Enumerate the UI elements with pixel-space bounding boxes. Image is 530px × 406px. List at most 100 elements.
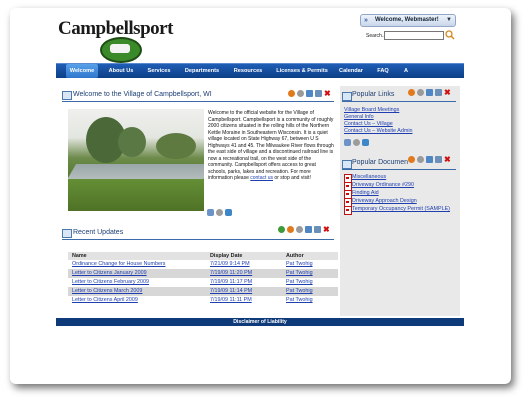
update-name-link[interactable]: Letter to Citizens February 2009	[72, 278, 149, 287]
settings-icon[interactable]	[417, 156, 424, 163]
update-name-link[interactable]: Letter to Citizens January 2009	[72, 269, 147, 278]
nav-services[interactable]: Services	[144, 64, 174, 78]
settings-icon[interactable]	[353, 139, 360, 146]
document-link[interactable]: Driveway Ordinance #290	[352, 182, 414, 188]
document-link[interactable]: Miscellaneous	[352, 174, 386, 180]
table-row: Letter to Citizens February 2009 7/19/09…	[68, 278, 338, 287]
welcome-text: Welcome to the official website for the …	[208, 110, 334, 182]
update-date[interactable]: 7/21/09 9:14 PM	[210, 260, 250, 269]
welcome-panel-rule	[62, 101, 334, 102]
table-row: Letter to Citizens January 2009 7/19/09 …	[68, 269, 338, 278]
panel-icon	[342, 160, 352, 169]
footer-disclaimer-link[interactable]: Disclaimer of Liability	[56, 318, 464, 326]
village-photo	[68, 109, 204, 211]
column-header-author[interactable]: Author	[286, 252, 304, 260]
search-icon[interactable]	[445, 30, 455, 40]
update-author-link[interactable]: Pat Twohig	[286, 278, 313, 287]
welcome-panel-title: Welcome to the Village of Campbellsport,…	[73, 91, 212, 98]
nav-resources[interactable]: Resources	[230, 64, 266, 78]
search-input[interactable]	[384, 31, 444, 40]
info-icon[interactable]	[362, 139, 369, 146]
welcome-panel-tools: ✖	[288, 90, 334, 98]
maximize-icon[interactable]	[314, 226, 321, 233]
popular-documents-rule	[342, 169, 456, 170]
close-icon[interactable]: ✖	[444, 89, 451, 97]
update-author-link[interactable]: Pat Twohig	[286, 269, 313, 278]
popular-link-item[interactable]: General Info	[344, 114, 374, 120]
settings-icon[interactable]	[296, 226, 303, 233]
maximize-icon[interactable]	[315, 90, 322, 97]
close-icon[interactable]: ✖	[444, 156, 451, 164]
nav-licenses-permits[interactable]: Licenses & Permits	[274, 64, 330, 78]
update-name-link[interactable]: Letter to Citizens April 2009	[72, 296, 138, 305]
table-row: Letter to Citizens March 2009 7/19/09 11…	[68, 287, 338, 296]
contact-us-link[interactable]: contact us	[250, 175, 273, 181]
logo-emblem-icon	[100, 37, 142, 63]
close-icon[interactable]: ✖	[323, 226, 330, 234]
popular-link-item[interactable]: Contact Us – Website Admin	[344, 128, 413, 134]
settings-icon[interactable]	[297, 90, 304, 97]
edit-icon[interactable]	[408, 89, 415, 96]
minimize-icon[interactable]	[426, 156, 433, 163]
popular-link-item[interactable]: Village Board Meetings	[344, 107, 399, 113]
edit-icon[interactable]	[287, 226, 294, 233]
popular-links-buttons	[344, 139, 374, 147]
maximize-icon[interactable]	[435, 156, 442, 163]
recent-updates-title: Recent Updates	[73, 229, 124, 236]
minimize-icon[interactable]	[305, 226, 312, 233]
document-link[interactable]: Temporary Occupancy Permit (SAMPLE)	[352, 206, 450, 212]
recent-updates-tools: ✖	[278, 226, 334, 234]
pdf-icon	[344, 206, 352, 215]
update-name-link[interactable]: Letter to Citizens March 2009	[72, 287, 142, 296]
nav-welcome[interactable]: Welcome	[66, 64, 98, 78]
nav-calendar[interactable]: Calendar	[336, 64, 366, 78]
main-nav: Welcome About Us Services Departments Re…	[56, 63, 464, 78]
update-date[interactable]: 7/19/09 11:20 PM	[210, 269, 252, 278]
panel-icon	[62, 229, 72, 238]
recent-updates-rule	[62, 239, 334, 240]
popular-links-title: Popular Links	[352, 91, 395, 98]
minimize-icon[interactable]	[426, 89, 433, 96]
popular-link-item[interactable]: Contact Us – Village	[344, 121, 393, 127]
site-logo[interactable]: Campbellsport	[58, 18, 173, 63]
update-date[interactable]: 7/19/09 11:14 PM	[210, 287, 252, 296]
column-header-name[interactable]: Name	[72, 252, 87, 260]
popular-documents-title: Popular Documents	[352, 159, 414, 166]
user-menu-button[interactable]: » Welcome, Webmaster! ▼	[360, 14, 456, 27]
browser-frame: Campbellsport » Welcome, Webmaster! ▼ Se…	[10, 8, 511, 384]
column-header-date[interactable]: Display Date	[210, 252, 242, 260]
document-link[interactable]: Finding Aid	[352, 190, 379, 196]
chevron-down-icon: ▼	[446, 17, 452, 23]
update-date[interactable]: 7/19/09 11:11 PM	[210, 296, 252, 305]
nav-about-us[interactable]: About Us	[106, 64, 136, 78]
welcome-label: Welcome, Webmaster!	[375, 17, 439, 23]
edit-content-icon[interactable]	[344, 139, 351, 146]
document-link[interactable]: Driveway Approach Design	[352, 198, 417, 204]
settings-icon[interactable]	[216, 209, 223, 216]
panel-icon	[62, 91, 72, 100]
settings-icon[interactable]	[417, 89, 424, 96]
update-author-link[interactable]: Pat Twohig	[286, 287, 313, 296]
info-icon[interactable]	[225, 209, 232, 216]
close-icon[interactable]: ✖	[324, 90, 331, 98]
nav-departments[interactable]: Departments	[182, 64, 222, 78]
search-label: Search...	[366, 33, 387, 39]
refresh-icon[interactable]	[278, 226, 285, 233]
update-author-link[interactable]: Pat Twohig	[286, 260, 313, 269]
edit-icon[interactable]	[288, 90, 295, 97]
popular-links-tools: ✖	[408, 89, 454, 97]
popular-links-rule	[342, 101, 456, 102]
edit-content-icon[interactable]	[207, 209, 214, 216]
nav-faq[interactable]: FAQ	[374, 64, 392, 78]
update-author-link[interactable]: Pat Twohig	[286, 296, 313, 305]
update-date[interactable]: 7/19/09 11:17 PM	[210, 278, 252, 287]
table-row: Letter to Citizens April 2009 7/19/09 11…	[68, 296, 338, 305]
minimize-icon[interactable]	[306, 90, 313, 97]
edit-icon[interactable]	[408, 156, 415, 163]
update-name-link[interactable]: Ordinance Change for House Numbers	[72, 260, 166, 269]
nav-a[interactable]: A	[400, 64, 412, 78]
maximize-icon[interactable]	[435, 89, 442, 96]
popular-documents-tools: ✖	[408, 156, 454, 164]
double-arrow-icon: »	[364, 17, 368, 24]
panel-icon	[342, 92, 352, 101]
